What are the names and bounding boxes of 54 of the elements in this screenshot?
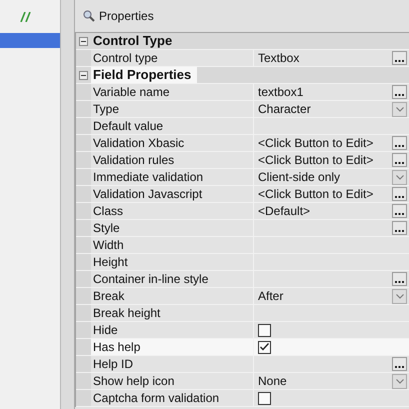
chevron-down-icon (396, 378, 404, 384)
property-value[interactable]: Client-side only (258, 169, 392, 185)
property-name: Default value (91, 118, 254, 134)
property-name: Control type (91, 50, 254, 66)
ellipsis-button[interactable] (392, 153, 407, 167)
collapse-icon[interactable] (79, 36, 88, 46)
double-slash-icon (20, 12, 31, 22)
property-name: Validation Xbasic (91, 135, 254, 151)
property-name: Variable name (91, 84, 254, 100)
chevron-down-icon (396, 294, 404, 298)
ellipsis-button[interactable] (392, 357, 407, 371)
property-name: Type (91, 101, 254, 117)
category-title: Control Type (92, 33, 174, 49)
property-value[interactable]: None (258, 373, 392, 389)
property-value[interactable]: After (258, 288, 392, 304)
ellipsis-button[interactable] (392, 187, 407, 201)
checkbox[interactable] (258, 392, 271, 404)
search-icon (83, 10, 95, 22)
property-value[interactable]: <Click Button to Edit> (258, 186, 392, 202)
ellipsis-button[interactable] (392, 221, 407, 235)
checkbox[interactable] (258, 340, 271, 354)
ellipsis-button[interactable] (392, 51, 407, 65)
property-name: Has help (91, 339, 254, 355)
property-name: Height (91, 254, 254, 270)
property-name: Help ID (91, 356, 254, 372)
chevron-down-icon (396, 106, 404, 112)
ellipsis-button[interactable] (392, 85, 407, 99)
property-value[interactable]: Textbox (258, 50, 392, 66)
ellipsis-button[interactable] (392, 204, 407, 218)
property-value[interactable]: <Click Button to Edit> (258, 152, 392, 168)
property-name: Captcha form validation (91, 390, 254, 406)
property-value[interactable]: textbox1 (258, 84, 392, 100)
property-name: Immediate validation (91, 169, 254, 185)
panel-title: Properties (99, 9, 154, 23)
property-name: Break height (91, 305, 254, 321)
property-name: Validation rules (91, 152, 254, 168)
category-title: Field Properties (91, 67, 198, 83)
chevron-down-icon (396, 174, 404, 180)
property-name: Container in-line style (91, 271, 254, 287)
property-name: Style (91, 220, 254, 236)
property-value[interactable]: <Click Button to Edit> (258, 135, 392, 151)
property-value[interactable]: <Default> (258, 203, 392, 219)
property-name: Class (91, 203, 254, 219)
checkmark-icon (260, 343, 269, 351)
property-name: Show help icon (91, 373, 254, 389)
property-name: Validation Javascript (91, 186, 254, 202)
property-value[interactable]: Character (258, 101, 392, 117)
collapse-icon[interactable] (79, 70, 88, 80)
property-name: Width (91, 237, 254, 253)
ellipsis-button[interactable] (392, 136, 407, 150)
property-name: Hide (91, 322, 254, 338)
checkbox[interactable] (258, 324, 271, 336)
property-name: Break (91, 288, 254, 304)
ellipsis-button[interactable] (392, 272, 407, 286)
